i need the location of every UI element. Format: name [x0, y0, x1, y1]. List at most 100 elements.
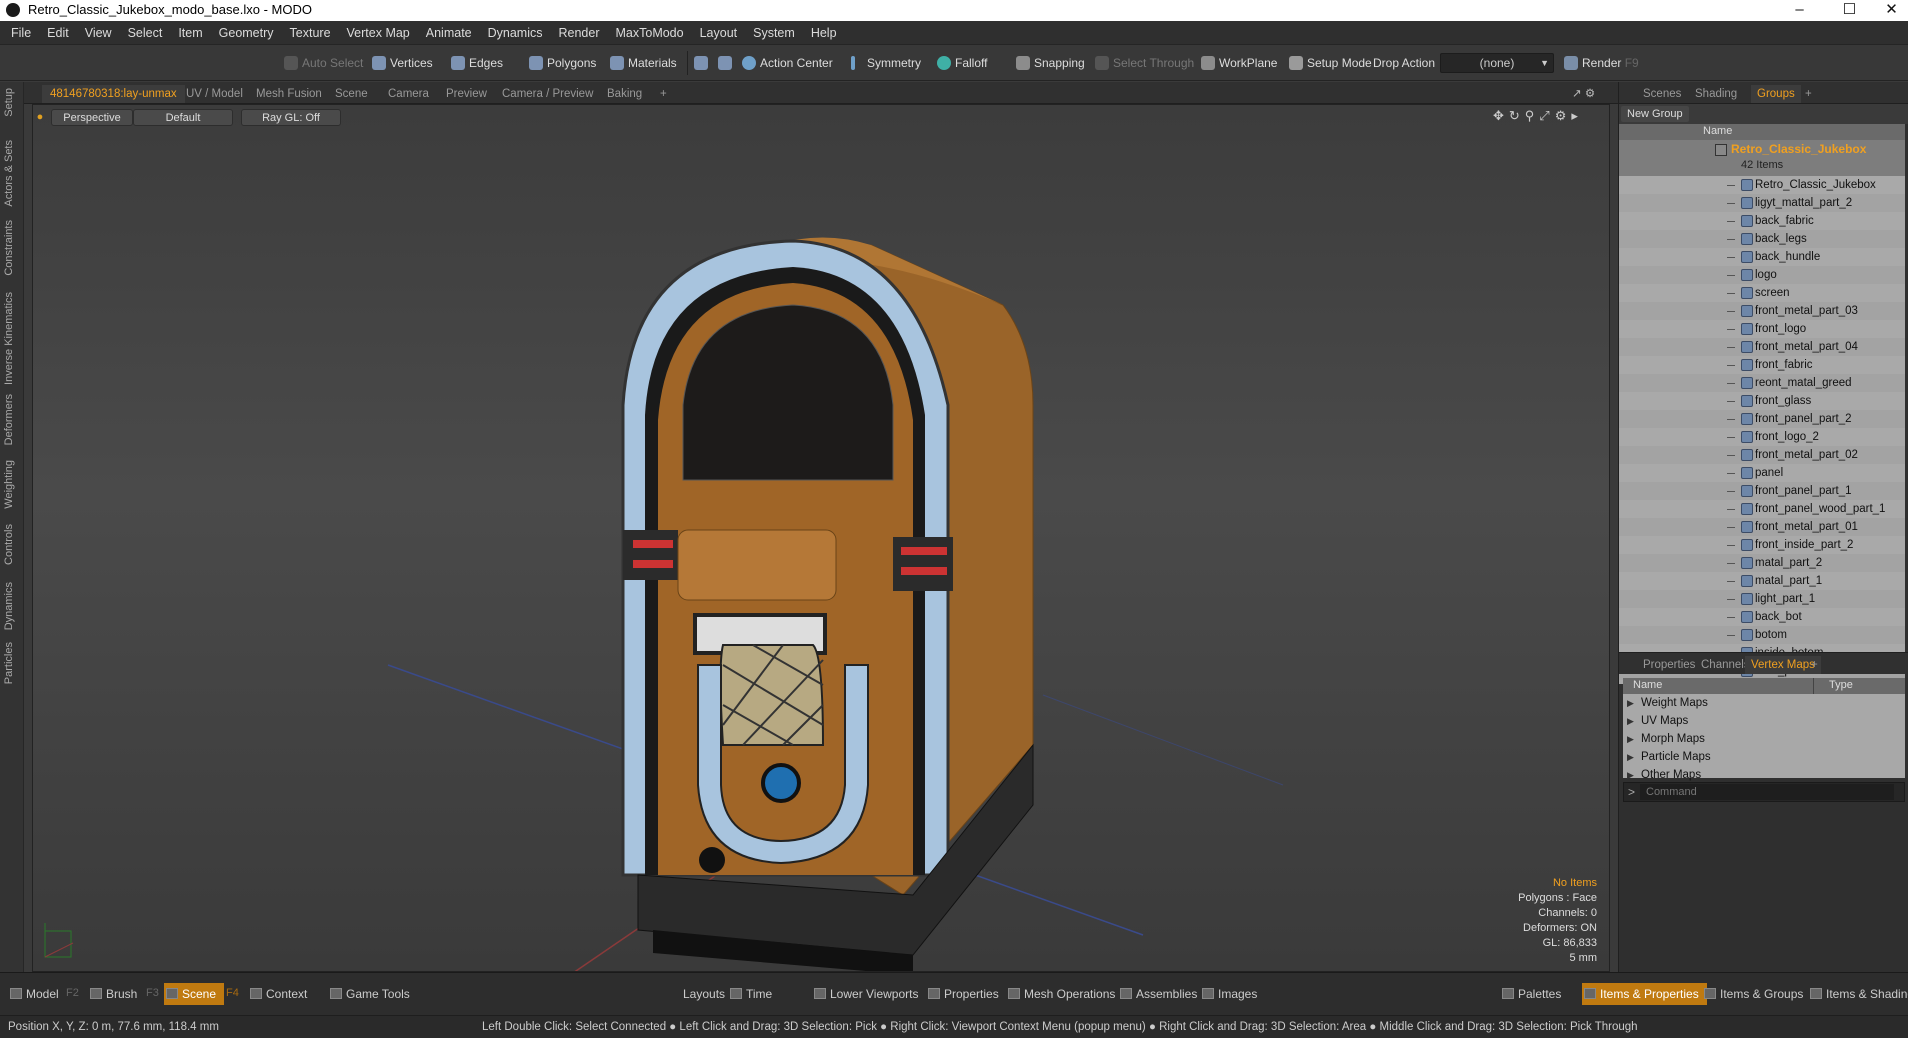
tab-camera-preview[interactable]: Camera / Preview	[494, 85, 601, 103]
menu-geometry[interactable]: Geometry	[211, 21, 282, 45]
tree-item[interactable]: front_panel_part_2	[1619, 410, 1905, 428]
tree-item[interactable]: screen	[1619, 284, 1905, 302]
tab-scene[interactable]: Scene	[327, 85, 376, 103]
tree-item[interactable]: front_panel_part_1	[1619, 482, 1905, 500]
drop-action-select[interactable]: (none) ▼	[1440, 53, 1554, 73]
tab-add[interactable]: +	[652, 85, 675, 103]
menu-dynamics[interactable]: Dynamics	[480, 21, 551, 45]
eye-shield-button[interactable]	[692, 52, 710, 74]
items-shading-tab[interactable]: Items & Shading	[1808, 983, 1908, 1005]
brush-tab[interactable]: Brush	[88, 983, 137, 1005]
maximize-button[interactable]: ☐	[1827, 0, 1872, 21]
menu-vertex-map[interactable]: Vertex Map	[339, 21, 418, 45]
left-tab-dynamics[interactable]: Dynamics	[3, 582, 15, 630]
expand-arrow-icon[interactable]: ▶	[1627, 712, 1634, 730]
tree-item[interactable]: front_metal_part_02	[1619, 446, 1905, 464]
tab-camera[interactable]: Camera	[380, 85, 437, 103]
tab-add-props[interactable]: +	[1805, 656, 1824, 674]
tree-item[interactable]: front_metal_part_01	[1619, 518, 1905, 536]
tree-item[interactable]: matal_part_1	[1619, 572, 1905, 590]
tab-shading[interactable]: Shading	[1689, 85, 1743, 103]
left-tab-setup[interactable]: Setup	[3, 88, 15, 117]
setup-mode-button[interactable]: Setup Mode	[1287, 52, 1372, 74]
menu-item[interactable]: Item	[170, 21, 210, 45]
menu-file[interactable]: File	[0, 21, 39, 45]
tree-item[interactable]: matal_part_2	[1619, 554, 1905, 572]
workplane-button[interactable]: WorkPlane	[1199, 52, 1277, 74]
tab-scenes[interactable]: Scenes	[1637, 85, 1687, 103]
lower-viewports-button[interactable]: Lower Viewports	[812, 983, 919, 1005]
left-tab-inverse-kinematics[interactable]: Inverse Kinematics	[3, 292, 15, 385]
tree-item[interactable]: back_hundle	[1619, 248, 1905, 266]
menu-view[interactable]: View	[77, 21, 120, 45]
menu-edit[interactable]: Edit	[39, 21, 77, 45]
menu-system[interactable]: System	[745, 21, 803, 45]
items-properties-tab[interactable]: Items & Properties	[1582, 983, 1707, 1005]
layouts-button[interactable]: Layouts	[665, 983, 725, 1005]
menu-animate[interactable]: Animate	[418, 21, 480, 45]
menu-help[interactable]: Help	[803, 21, 845, 45]
group-row[interactable]: Retro_Classic_Jukebox 42 Items	[1619, 140, 1905, 176]
new-group-button[interactable]: New Group	[1621, 106, 1689, 122]
images-button[interactable]: Images	[1200, 983, 1257, 1005]
command-input[interactable]	[1640, 784, 1894, 800]
expand-arrow-icon[interactable]: ▶	[1627, 694, 1634, 712]
tree-item[interactable]: front_logo_2	[1619, 428, 1905, 446]
tree-item[interactable]: back_legs	[1619, 230, 1905, 248]
tree-item[interactable]: botom	[1619, 626, 1905, 644]
polygons-button[interactable]: Polygons	[527, 52, 596, 74]
tree-item[interactable]: back_bot	[1619, 608, 1905, 626]
tab-uv-model[interactable]: UV / Model	[178, 85, 251, 103]
symmetry-button[interactable]: Symmetry	[845, 52, 921, 74]
menu-maxtomodo[interactable]: MaxToModo	[608, 21, 692, 45]
properties-button[interactable]: Properties	[926, 983, 999, 1005]
expand-arrow-icon[interactable]: ▶	[1627, 730, 1634, 748]
tree-item[interactable]: panel	[1619, 464, 1905, 482]
vertices-button[interactable]: Vertices	[370, 52, 433, 74]
palettes-button[interactable]: Palettes	[1500, 983, 1561, 1005]
time-button[interactable]: Time	[728, 983, 772, 1005]
left-tab-constraints[interactable]: Constraints	[3, 220, 15, 276]
tab-groups[interactable]: Groups	[1751, 85, 1801, 103]
3d-viewport[interactable]: ● Perspective Default Ray GL: Off ✥↻⚲⤢⚙▸	[32, 104, 1610, 972]
render-button[interactable]: Render F9	[1562, 52, 1639, 74]
auto-select-button[interactable]: Auto Select	[282, 52, 363, 74]
left-tab-controls[interactable]: Controls	[3, 524, 15, 565]
tree-item[interactable]: back_fabric	[1619, 212, 1905, 230]
expand-arrow-icon[interactable]: ▶	[1627, 748, 1634, 766]
tab-mesh-fusion[interactable]: Mesh Fusion	[248, 85, 330, 103]
minimize-button[interactable]: –	[1777, 0, 1822, 21]
items-groups-tab[interactable]: Items & Groups	[1702, 983, 1803, 1005]
tree-item[interactable]: front_logo	[1619, 320, 1905, 338]
tree-item[interactable]: reont_matal_greed	[1619, 374, 1905, 392]
tab-add-scene[interactable]: +	[1799, 85, 1818, 103]
action-center-button[interactable]: Action Center	[740, 52, 833, 74]
select-through-button[interactable]: Select Through	[1093, 52, 1194, 74]
tree-item[interactable]: light_part_1	[1619, 590, 1905, 608]
left-tab-actors-sets[interactable]: Actors & Sets	[3, 140, 15, 207]
menu-render[interactable]: Render	[551, 21, 608, 45]
left-tab-deformers[interactable]: Deformers	[3, 394, 15, 445]
tree-item[interactable]: front_fabric	[1619, 356, 1905, 374]
tree-item[interactable]: front_glass	[1619, 392, 1905, 410]
model-tab[interactable]: Model	[8, 983, 59, 1005]
tree-item[interactable]: logo	[1619, 266, 1905, 284]
expand-icon[interactable]: ↗ ⚙	[1564, 85, 1603, 103]
edges-button[interactable]: Edges	[449, 52, 503, 74]
vmap-item[interactable]: ▶ Weight Maps	[1623, 694, 1908, 712]
tree-item[interactable]: front_panel_wood_part_1	[1619, 500, 1905, 518]
tab-baking[interactable]: Baking	[599, 85, 650, 103]
vmap-item[interactable]: ▶ Morph Maps	[1623, 730, 1908, 748]
context-tab[interactable]: Context	[248, 983, 307, 1005]
tree-item[interactable]: Retro_Classic_Jukebox	[1619, 176, 1905, 194]
mesh-operations-button[interactable]: Mesh Operations	[1006, 983, 1115, 1005]
eye-shield-2-button[interactable]	[716, 52, 734, 74]
close-button[interactable]: ✕	[1869, 0, 1908, 21]
vmap-item[interactable]: ▶ UV Maps	[1623, 712, 1908, 730]
tree-item[interactable]: front_metal_part_03	[1619, 302, 1905, 320]
vmap-item[interactable]: ▶ Particle Maps	[1623, 748, 1908, 766]
left-tab-particles[interactable]: Particles	[3, 642, 15, 684]
tab-layout-unmax[interactable]: 48146780318:lay-unmax	[42, 85, 185, 103]
snapping-button[interactable]: Snapping	[1014, 52, 1085, 74]
tree-item[interactable]: front_inside_part_2	[1619, 536, 1905, 554]
